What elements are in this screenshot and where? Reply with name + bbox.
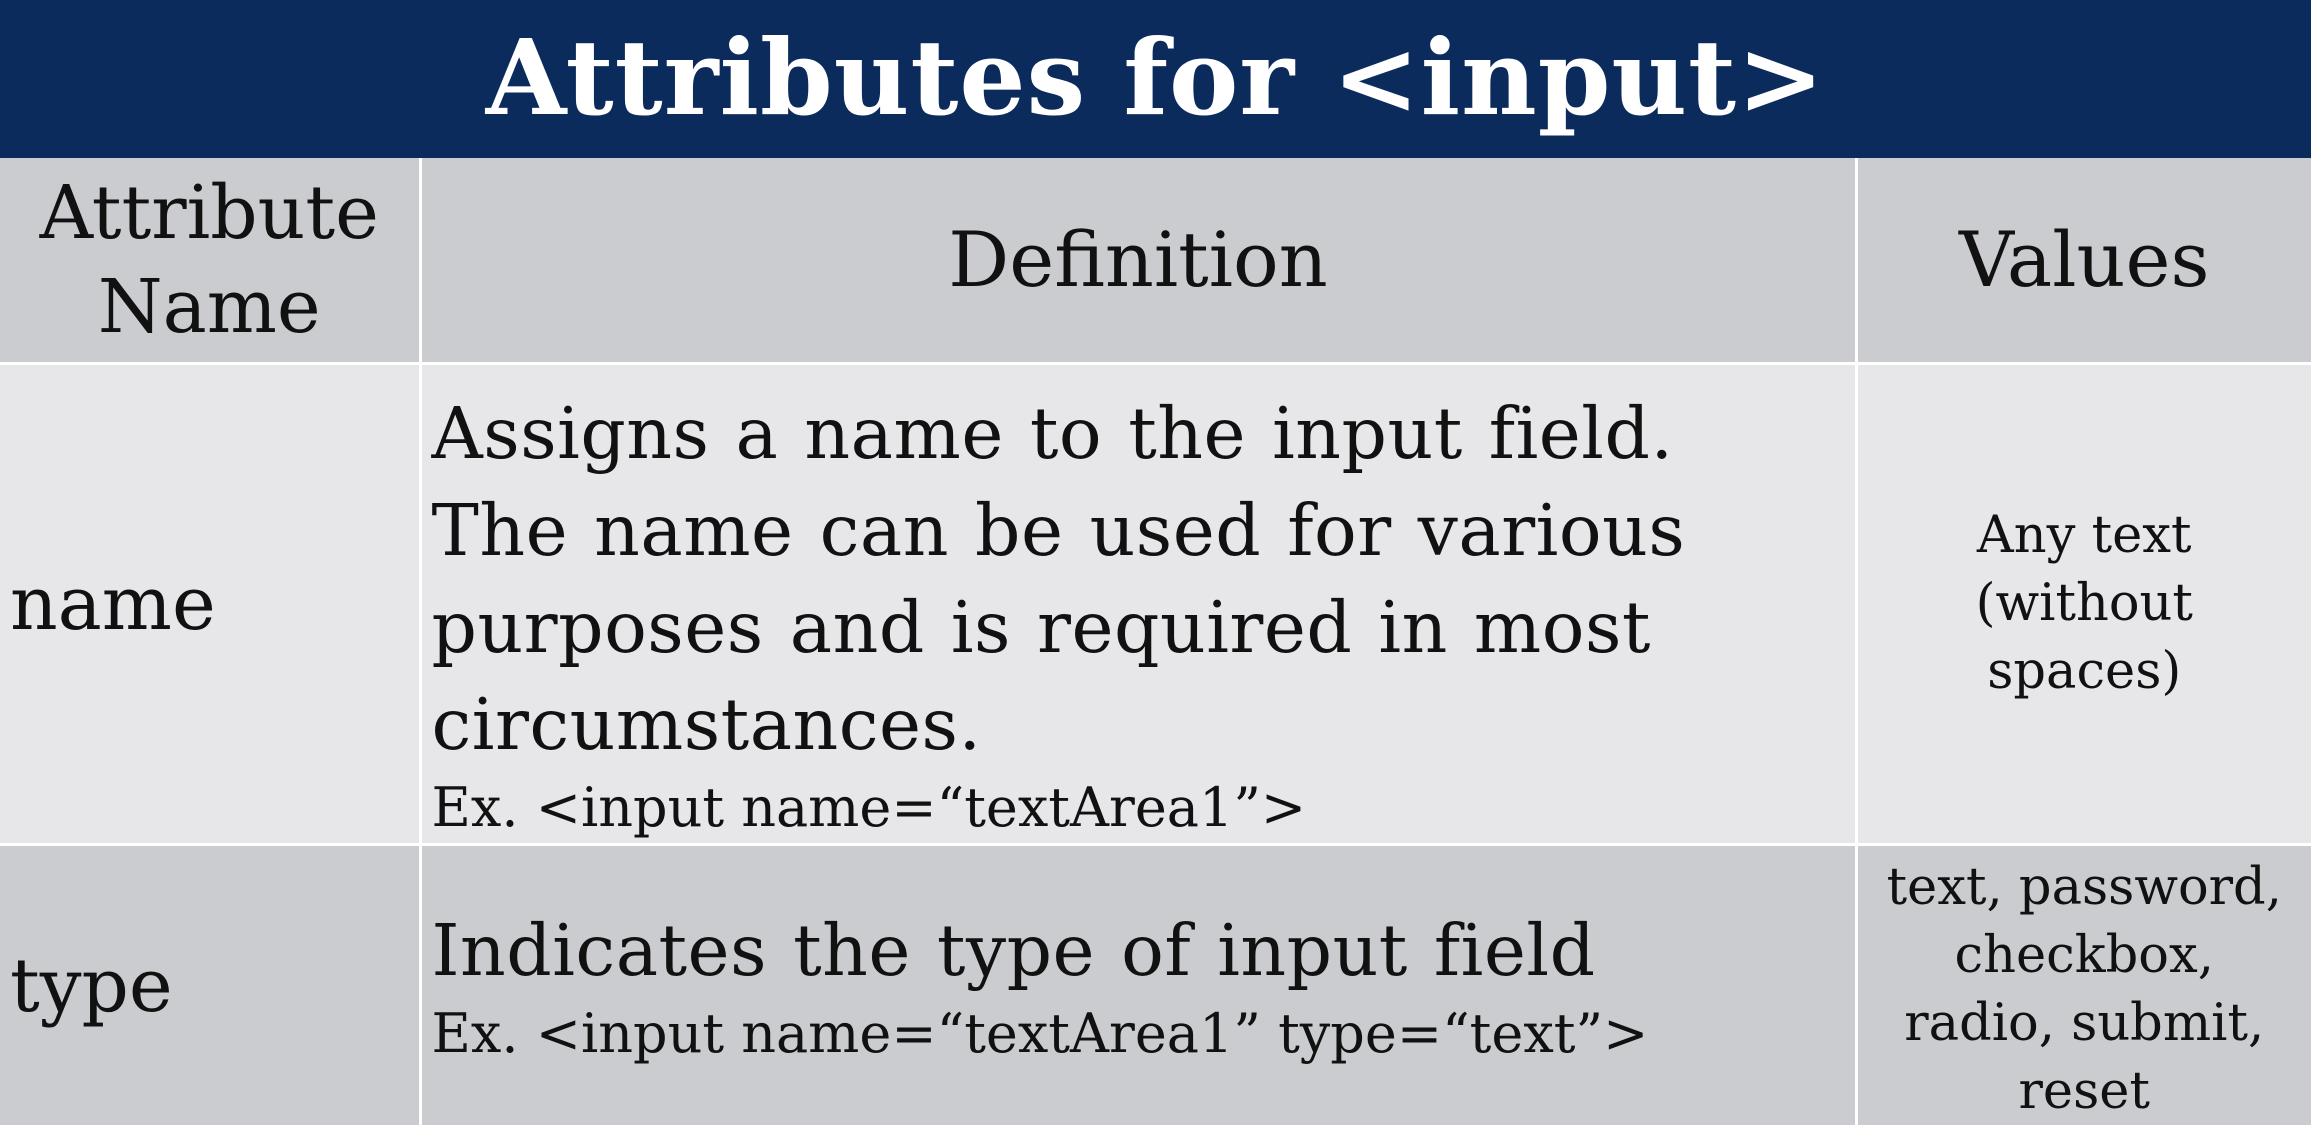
header-attribute-name: Attribute Name <box>0 158 422 365</box>
values-line: Any text <box>1976 505 2192 565</box>
values-cell: text, password, checkbox, radio, submit,… <box>1856 844 2311 1125</box>
definition-line: circumstances. <box>431 682 982 766</box>
definition-example: Ex. <input name=“textArea1” type=“text”> <box>431 1002 1649 1066</box>
values-line: checkbox, <box>1954 925 2214 985</box>
header-attribute-line1: Attribute <box>39 169 379 256</box>
values-line: text, password, <box>1886 857 2282 917</box>
attribute-name-cell: type <box>0 844 422 1125</box>
definition-cell: Assigns a name to the input field. The n… <box>420 363 1858 846</box>
definition-line: Assigns a name to the input field. <box>431 391 1674 475</box>
definition-line: The name can be used for various <box>431 488 1686 572</box>
attribute-name-cell: name <box>0 363 422 846</box>
table-row: type Indicates the type of input field E… <box>0 844 2311 1125</box>
attributes-table: Attribute Name Definition Values name As… <box>0 158 2311 1125</box>
values-cell: Any text (without spaces) <box>1856 363 2311 846</box>
values-line: radio, submit, <box>1904 993 2265 1053</box>
values-line: (without <box>1975 573 2193 633</box>
table-row: name Assigns a name to the input field. … <box>0 363 2311 846</box>
header-definition: Definition <box>420 158 1858 365</box>
definition-example: Ex. <input name=“textArea1”> <box>431 775 1307 839</box>
slide-title: Attributes for <input> <box>485 15 1826 139</box>
header-values: Values <box>1856 158 2311 365</box>
header-attribute-line2: Name <box>97 263 321 350</box>
table-header-row: Attribute Name Definition Values <box>0 158 2311 365</box>
definition-line: purposes and is required in most <box>431 585 1651 669</box>
definition-cell: Indicates the type of input field Ex. <i… <box>420 844 1858 1125</box>
slide-title-bar: Attributes for <input> <box>0 0 2311 153</box>
values-line: spaces) <box>1987 641 2182 701</box>
values-line: reset <box>2018 1061 2150 1121</box>
definition-line: Indicates the type of input field <box>431 909 1596 993</box>
